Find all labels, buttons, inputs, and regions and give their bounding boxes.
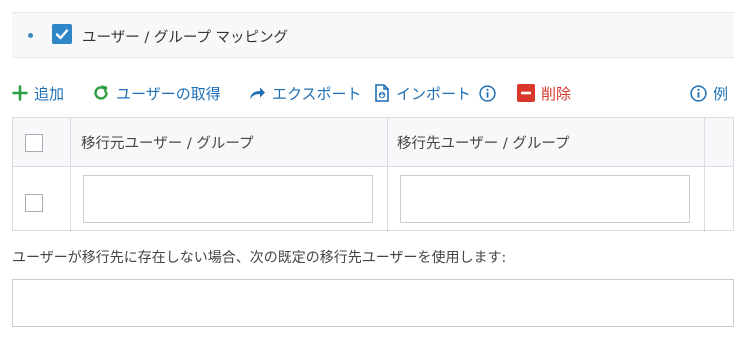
select-all-checkbox[interactable] xyxy=(25,134,43,152)
mapping-toolbar: 追加 ユーザーの取得 エクスポート インポート 削除 例 xyxy=(0,80,756,106)
example-link[interactable]: 例 xyxy=(690,80,728,106)
checkmark-icon xyxy=(55,29,69,40)
add-button-label: 追加 xyxy=(34,84,65,103)
mapping-enable-checkbox[interactable] xyxy=(52,24,72,44)
source-user-input[interactable] xyxy=(83,175,373,223)
export-button[interactable]: エクスポート xyxy=(248,80,362,106)
column-divider xyxy=(704,118,705,232)
delete-button[interactable]: 削除 xyxy=(517,80,571,106)
fetch-users-button[interactable]: ユーザーの取得 xyxy=(92,80,221,106)
mapping-section-header: ユーザー / グループ マッピング xyxy=(12,12,734,58)
refresh-icon xyxy=(92,84,110,102)
import-button[interactable]: インポート xyxy=(374,80,496,106)
default-target-label: ユーザーが移行先に存在しない場合、次の既定の移行先ユーザーを使用します: xyxy=(12,250,507,266)
mapping-table: 移行元ユーザー / グループ 移行先ユーザー / グループ xyxy=(12,117,734,232)
share-arrow-icon xyxy=(248,85,266,101)
section-title: ユーザー / グループ マッピング xyxy=(82,30,289,46)
export-button-label: エクスポート xyxy=(272,84,362,103)
column-header-target: 移行先ユーザー / グループ xyxy=(397,136,570,152)
row-checkbox[interactable] xyxy=(25,194,43,212)
plus-icon xyxy=(12,85,28,101)
delete-button-label: 削除 xyxy=(541,84,572,103)
add-button[interactable]: 追加 xyxy=(12,80,64,106)
info-icon xyxy=(690,84,707,102)
minus-square-icon xyxy=(517,84,535,102)
import-button-label: インポート xyxy=(396,84,472,103)
target-user-input[interactable] xyxy=(400,175,690,223)
example-link-label: 例 xyxy=(713,84,729,103)
bullet-icon xyxy=(28,33,33,38)
info-icon[interactable] xyxy=(479,84,496,102)
fetch-users-label: ユーザーの取得 xyxy=(116,84,221,103)
column-divider xyxy=(387,118,388,232)
file-import-icon xyxy=(374,84,390,102)
column-header-source: 移行元ユーザー / グループ xyxy=(81,136,254,152)
column-divider xyxy=(70,118,71,232)
default-target-user-input[interactable] xyxy=(12,279,734,327)
